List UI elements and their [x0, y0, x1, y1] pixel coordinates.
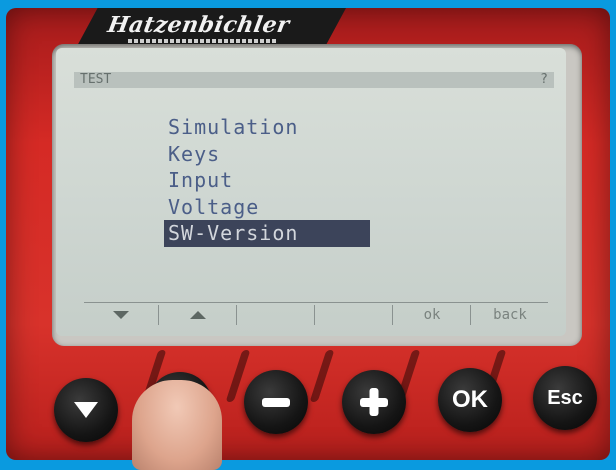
- minus-button[interactable]: [244, 370, 308, 434]
- softkey-back: back: [470, 305, 549, 325]
- lcd-screen: TEST ? Simulation Keys Input Voltage SW-…: [56, 48, 566, 336]
- menu-item-input[interactable]: Input: [164, 167, 370, 194]
- ok-button[interactable]: OK: [438, 368, 502, 432]
- lcd-title: TEST: [80, 72, 112, 87]
- menu-item-sw-version[interactable]: SW-Version: [164, 220, 370, 247]
- menu-list: Simulation Keys Input Voltage SW-Version: [164, 114, 370, 247]
- brand-tagline-decoration: [128, 39, 278, 43]
- menu-item-keys[interactable]: Keys: [164, 141, 370, 168]
- softkey-back-label: back: [493, 307, 527, 323]
- plus-icon: [360, 388, 388, 416]
- arrow-up-icon: [190, 311, 206, 319]
- arrow-down-icon: [74, 402, 98, 418]
- ok-button-label: OK: [452, 386, 488, 413]
- question-icon: ?: [540, 72, 548, 87]
- menu-item-voltage[interactable]: Voltage: [164, 194, 370, 221]
- brand-logo: Hatzenbichler: [102, 12, 312, 46]
- softkey-4: [314, 305, 393, 325]
- softkey-bar: ok back: [84, 302, 548, 325]
- esc-button[interactable]: Esc: [533, 366, 597, 430]
- esc-button-label: Esc: [547, 387, 583, 409]
- menu-item-simulation[interactable]: Simulation: [164, 114, 370, 141]
- softkey-down: [84, 305, 158, 325]
- softkey-ok-label: ok: [423, 307, 441, 323]
- softkey-ok: ok: [392, 305, 471, 325]
- lcd-header: TEST ?: [74, 72, 554, 88]
- minus-icon: [262, 398, 290, 407]
- softkey-up: [158, 305, 237, 325]
- arrow-down-icon: [113, 311, 129, 319]
- plus-button[interactable]: [342, 370, 406, 434]
- finger: [132, 380, 222, 470]
- brand-name: Hatzenbichler: [105, 12, 292, 38]
- down-button[interactable]: [54, 378, 118, 442]
- softkey-3: [236, 305, 315, 325]
